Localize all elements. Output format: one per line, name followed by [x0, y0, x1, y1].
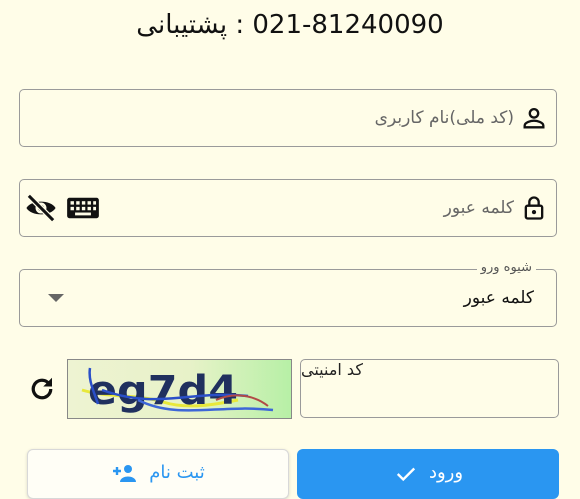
add-user-icon: [113, 465, 137, 482]
captcha-image: eg7d4: [67, 359, 292, 419]
eye-off-icon[interactable]: [24, 193, 58, 223]
password-field[interactable]: کلمه عبور: [19, 179, 557, 237]
captcha-graphic: eg7d4: [81, 367, 274, 414]
captcha-input[interactable]: کد امنیتی: [300, 359, 559, 418]
register-button[interactable]: ثبت نام: [27, 449, 289, 499]
refresh-icon[interactable]: [27, 374, 57, 404]
password-placeholder: کلمه عبور: [443, 198, 514, 218]
dropdown-arrow-icon[interactable]: [48, 294, 64, 302]
keyboard-icon[interactable]: [66, 194, 100, 222]
login-button[interactable]: ورود: [297, 449, 559, 499]
login-method-select[interactable]: شیوه ورو کلمه عبور: [19, 260, 557, 327]
check-icon: [396, 467, 416, 482]
person-icon: [523, 107, 545, 129]
register-button-label: ثبت نام: [149, 461, 205, 483]
support-phone: 021-81240090 : پشتیبانی: [136, 10, 444, 40]
username-field[interactable]: (کد ملی)نام کاربری: [19, 89, 557, 147]
lock-icon: [524, 196, 544, 220]
login-button-label: ورود: [428, 461, 464, 483]
login-method-value: کلمه عبور: [463, 288, 534, 308]
captcha-placeholder: کد امنیتی: [301, 360, 363, 379]
username-placeholder: (کد ملی)نام کاربری: [374, 108, 514, 128]
